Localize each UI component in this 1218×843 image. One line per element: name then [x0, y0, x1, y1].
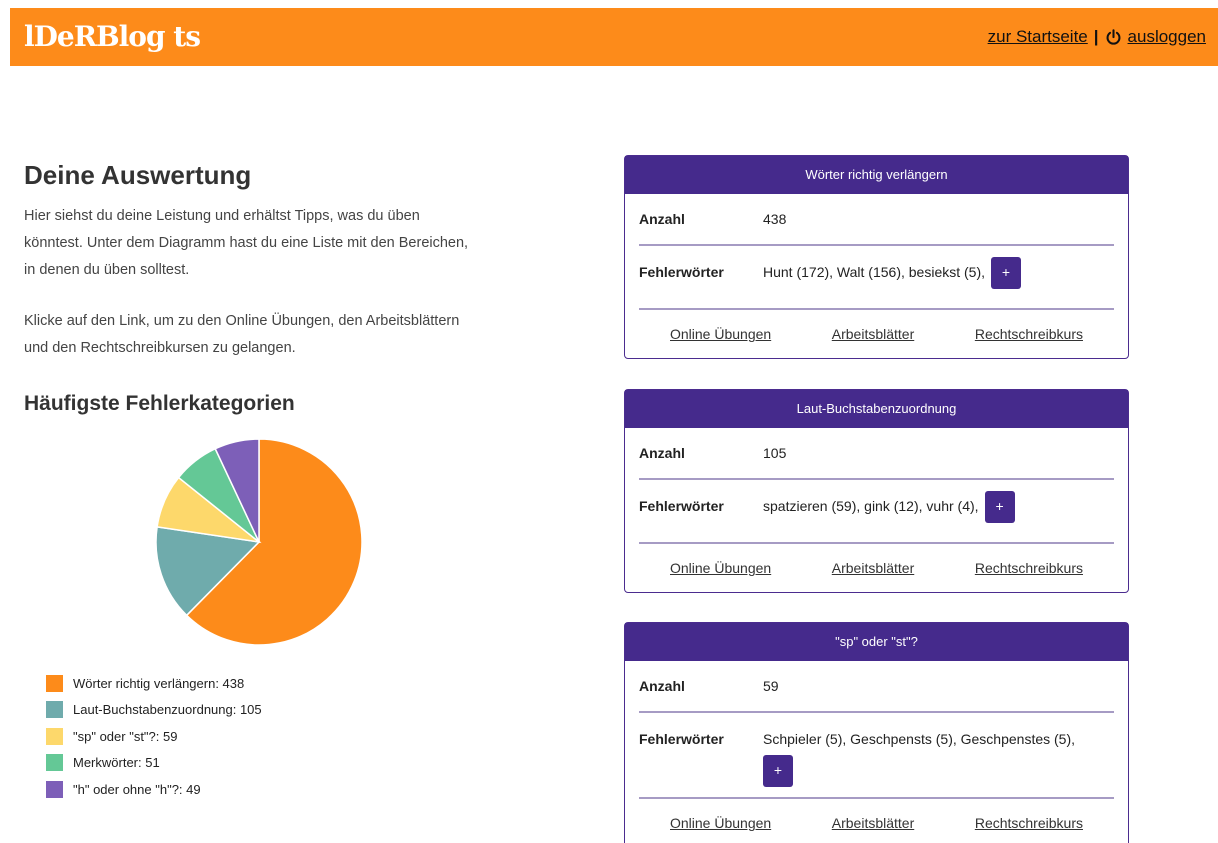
category-card-laut-buchstaben: Laut-Buchstabenzuordnung Anzahl 105 Fehl…	[624, 389, 1129, 593]
legend-label: Merkwörter: 51	[73, 755, 160, 771]
card-title: Wörter richtig verlängern	[625, 156, 1128, 194]
worksheets-link[interactable]: Arbeitsblätter	[832, 326, 914, 358]
evaluation-section: Deine Auswertung Hier siehst du deine Le…	[24, 150, 484, 415]
intro-paragraph-2: Klicke auf den Link, um zu den Online Üb…	[24, 313, 460, 356]
count-value: 59	[763, 678, 779, 694]
legend-item: Laut-Buchstabenzuordnung: 105	[46, 697, 262, 724]
legend-swatch-4	[46, 754, 63, 772]
intro-text: Hier siehst du deine Leistung und erhält…	[24, 203, 479, 362]
error-category-pie-chart	[155, 438, 363, 646]
card-title: "sp" oder "st"?	[625, 623, 1128, 661]
header-nav: zur Startseite | ausloggen	[988, 27, 1206, 47]
count-row: Anzahl 59	[639, 661, 1114, 713]
online-exercises-link[interactable]: Online Übungen	[670, 560, 771, 592]
error-words-label: Fehlerwörter	[639, 498, 724, 514]
spelling-course-link[interactable]: Rechtschreibkurs	[975, 326, 1083, 358]
legend-item: "sp" oder "st"?: 59	[46, 723, 262, 750]
count-value: 105	[763, 445, 787, 461]
count-row: Anzahl 105	[639, 428, 1114, 480]
legend-item: Wörter richtig verlängern: 438	[46, 670, 262, 697]
page-title: Deine Auswertung	[24, 160, 252, 190]
power-icon[interactable]	[1105, 28, 1122, 46]
show-more-button[interactable]: +	[991, 257, 1022, 289]
legend-swatch-3	[46, 727, 63, 745]
category-card-sp-st: "sp" oder "st"? Anzahl 59 Fehlerwörter S…	[624, 622, 1129, 843]
error-words-label: Fehlerwörter	[639, 264, 724, 280]
count-label: Anzahl	[639, 445, 685, 461]
legend-label: Wörter richtig verlängern: 438	[73, 675, 245, 691]
home-link[interactable]: zur Startseite	[988, 27, 1088, 47]
legend-swatch-2	[46, 701, 63, 719]
count-row: Anzahl 438	[639, 194, 1114, 246]
card-links: Online Übungen Arbeitsblätter Rechtschre…	[639, 310, 1114, 358]
error-words-list: spatzieren (59), gink (12), vuhr (4),	[763, 498, 979, 514]
site-logo[interactable]: lDeRBlog ts	[24, 20, 201, 53]
error-words-label: Fehlerwörter	[639, 731, 724, 747]
legend-swatch-1	[46, 674, 63, 692]
legend-item: Merkwörter: 51	[46, 750, 262, 777]
count-label: Anzahl	[639, 678, 685, 694]
worksheets-link[interactable]: Arbeitsblätter	[832, 560, 914, 592]
top-header: lDeRBlog ts zur Startseite | ausloggen	[10, 8, 1218, 66]
error-words-row: Fehlerwörter Schpieler (5), Geschpensts …	[639, 713, 1114, 799]
chart-title: Häufigste Fehlerkategorien	[24, 392, 295, 415]
category-card-verlaengern: Wörter richtig verlängern Anzahl 438 Feh…	[624, 155, 1129, 359]
legend-label: "sp" oder "st"?: 59	[73, 728, 178, 744]
error-words-list: Hunt (172), Walt (156), besiekst (5),	[763, 264, 986, 280]
show-more-button[interactable]: +	[763, 755, 793, 787]
legend-item: "h" oder ohne "h"?: 49	[46, 776, 262, 803]
error-words-row: Fehlerwörter spatzieren (59), gink (12),…	[639, 480, 1114, 544]
chart-legend: Wörter richtig verlängern: 438 Laut-Buch…	[46, 670, 262, 803]
spelling-course-link[interactable]: Rechtschreibkurs	[975, 560, 1083, 592]
error-words-list: Schpieler (5), Geschpensts (5), Geschpen…	[763, 731, 1076, 747]
intro-paragraph-1: Hier siehst du deine Leistung und erhält…	[24, 208, 469, 278]
card-links: Online Übungen Arbeitsblätter Rechtschre…	[639, 799, 1114, 843]
spelling-course-link[interactable]: Rechtschreibkurs	[975, 815, 1083, 843]
show-more-button[interactable]: +	[984, 491, 1015, 523]
card-title: Laut-Buchstabenzuordnung	[625, 390, 1128, 428]
count-label: Anzahl	[639, 211, 685, 227]
card-links: Online Übungen Arbeitsblätter Rechtschre…	[639, 544, 1114, 592]
online-exercises-link[interactable]: Online Übungen	[670, 326, 771, 358]
legend-label: "h" oder ohne "h"?: 49	[73, 781, 201, 797]
logout-link[interactable]: ausloggen	[1128, 27, 1206, 47]
legend-swatch-5	[46, 780, 63, 798]
count-value: 438	[763, 211, 787, 227]
error-words-row: Fehlerwörter Hunt (172), Walt (156), bes…	[639, 246, 1114, 310]
legend-label: Laut-Buchstabenzuordnung: 105	[73, 702, 262, 718]
nav-separator: |	[1093, 27, 1099, 46]
worksheets-link[interactable]: Arbeitsblätter	[832, 815, 914, 843]
online-exercises-link[interactable]: Online Übungen	[670, 815, 771, 843]
